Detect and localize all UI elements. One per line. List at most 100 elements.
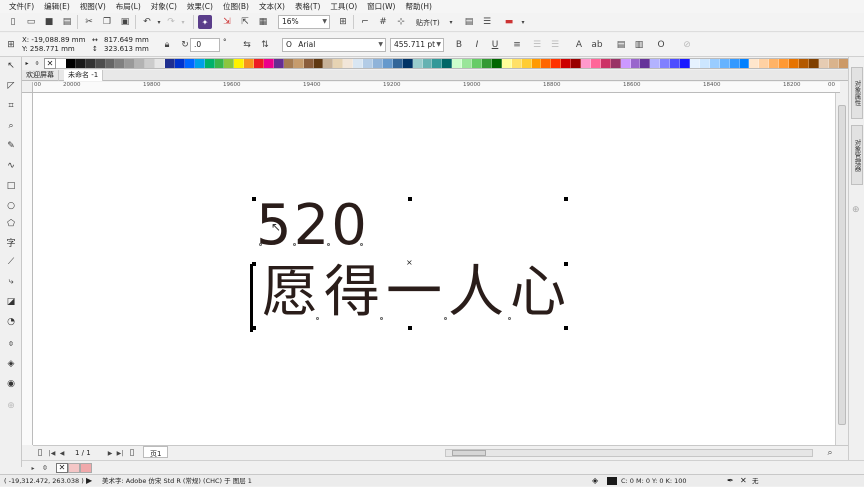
color-swatch[interactable] [690,59,700,68]
color-swatch[interactable] [204,59,215,68]
text-node[interactable] [508,317,511,320]
snap-dropdown-icon[interactable]: ▾ [444,15,458,29]
palette-scroll-left-icon[interactable]: ▸ [22,58,32,69]
menu-text[interactable]: 文本(X) [254,0,290,13]
menu-layout[interactable]: 布局(L) [111,0,146,13]
color-swatch[interactable] [620,59,631,68]
text-align-icon[interactable]: ≡ [510,38,524,52]
color-swatch[interactable] [600,59,611,68]
color-swatch[interactable] [590,59,601,68]
selection-handle[interactable] [252,197,256,201]
menu-file[interactable]: 文件(F) [4,0,39,13]
color-swatch[interactable] [75,59,86,68]
color-swatch[interactable] [769,59,780,68]
lock-ratio-icon[interactable]: 🔒︎ [160,38,174,52]
color-swatch[interactable] [660,59,671,68]
color-swatch[interactable] [234,59,245,68]
color-swatch[interactable] [491,59,502,68]
color-swatch[interactable] [313,59,324,68]
print-icon[interactable]: ▤ [60,15,74,29]
color-swatch[interactable] [125,59,136,68]
shape-tool-icon[interactable]: ◸ [4,79,18,93]
color-swatch[interactable] [709,59,720,68]
export-icon[interactable]: ⇱ [238,15,252,29]
horizontal-ruler[interactable]: 00 00 20000 19800 19600 19400 19200 19000 1880… [33,82,840,93]
artistic-text-phrase[interactable]: 愿得一人心 [262,262,572,324]
color-swatch[interactable] [838,59,849,68]
color-swatch[interactable] [184,59,195,68]
previous-page-icon[interactable]: ◀ [55,446,69,460]
zoom-level-select[interactable]: 16% ▼ [278,15,330,29]
text-node[interactable] [380,317,383,320]
color-swatch[interactable] [145,59,156,68]
smart-fill-icon[interactable]: ◉ [4,377,18,391]
color-swatch[interactable] [531,59,542,68]
font-list-select[interactable]: O Arial ▼ [282,38,386,52]
add-page-after-icon[interactable]: ▯ [125,446,139,460]
menu-table[interactable]: 表格(T) [290,0,325,13]
menu-view[interactable]: 视图(V) [75,0,111,13]
no-color-swatch[interactable]: ✕ [44,58,56,69]
selection-handle[interactable] [564,197,568,201]
welcome-screen-icon[interactable]: ▬ [502,15,516,29]
text-node[interactable] [293,243,296,246]
show-guidelines-icon[interactable]: ⊹ [394,15,408,29]
color-swatch[interactable] [293,59,304,68]
color-swatch[interactable] [135,59,146,68]
color-eyedropper-icon[interactable]: ⌽ [4,337,18,351]
color-swatch[interactable] [749,59,760,68]
color-swatch[interactable] [432,59,443,68]
freehand-tool-icon[interactable]: ✎ [4,139,18,153]
mirror-vertical-icon[interactable]: ⇅ [258,38,272,52]
color-swatch[interactable] [85,59,96,68]
color-swatch[interactable] [759,59,770,68]
color-swatch[interactable] [541,59,552,68]
text-node[interactable] [259,243,262,246]
interactive-otf-icon[interactable]: O [654,38,668,52]
ruler-origin[interactable] [22,82,33,93]
color-swatch[interactable] [581,59,591,68]
selection-handle[interactable] [564,326,568,330]
add-docker-icon[interactable]: ⊕ [852,205,860,215]
color-swatch[interactable] [214,59,225,68]
color-swatch[interactable] [283,59,294,68]
horizontal-text-icon[interactable]: ▤ [614,38,628,52]
bullet-list-icon[interactable]: ☰ [530,38,544,52]
color-swatch[interactable] [164,59,175,68]
color-swatch[interactable] [65,59,76,68]
font-size-select[interactable]: 455.711 pt ▼ [390,38,444,52]
eyedropper-icon[interactable]: ⌽ [32,58,42,69]
color-swatch[interactable] [610,59,621,68]
vertical-scrollbar[interactable] [835,93,848,445]
color-swatch[interactable] [323,59,334,68]
no-color-swatch[interactable]: ✕ [56,463,68,473]
horizontal-scroll-thumb[interactable] [452,450,486,456]
tab-object-manager[interactable]: 对象管理器 [851,125,863,185]
color-swatch[interactable] [303,59,314,68]
vertical-ruler[interactable] [22,93,33,445]
text-frame-icon[interactable]: ⊘ [680,38,694,52]
full-screen-icon[interactable]: ⊞ [336,15,350,29]
pick-tool-icon[interactable]: ↖ [4,59,18,73]
rotation-field[interactable]: .0 [190,38,220,52]
color-swatch[interactable] [244,59,255,68]
import-icon[interactable]: ⇲ [220,15,234,29]
color-swatch[interactable] [501,59,512,68]
color-swatch[interactable] [422,59,433,68]
color-swatch[interactable] [254,59,265,68]
color-swatch[interactable] [779,59,790,68]
tab-untitled-document[interactable]: 未命名 -1 [64,70,104,81]
color-swatch[interactable] [571,59,582,68]
drop-shadow-icon[interactable]: ◪ [4,295,18,309]
color-swatch[interactable] [95,59,106,68]
transparency-tool-icon[interactable]: ◔ [4,315,18,329]
artistic-media-icon[interactable]: ∿ [4,159,18,173]
color-swatch[interactable] [472,59,482,68]
mirror-horizontal-icon[interactable]: ⇆ [240,38,254,52]
color-swatch[interactable] [264,59,274,68]
text-properties-icon[interactable]: A [572,38,586,52]
color-swatch[interactable] [105,59,116,68]
tab-object-properties[interactable]: 对象属性 [851,67,863,119]
snap-to-label[interactable]: 贴齐(T) [416,18,440,28]
horizontal-scrollbar[interactable] [445,449,813,457]
